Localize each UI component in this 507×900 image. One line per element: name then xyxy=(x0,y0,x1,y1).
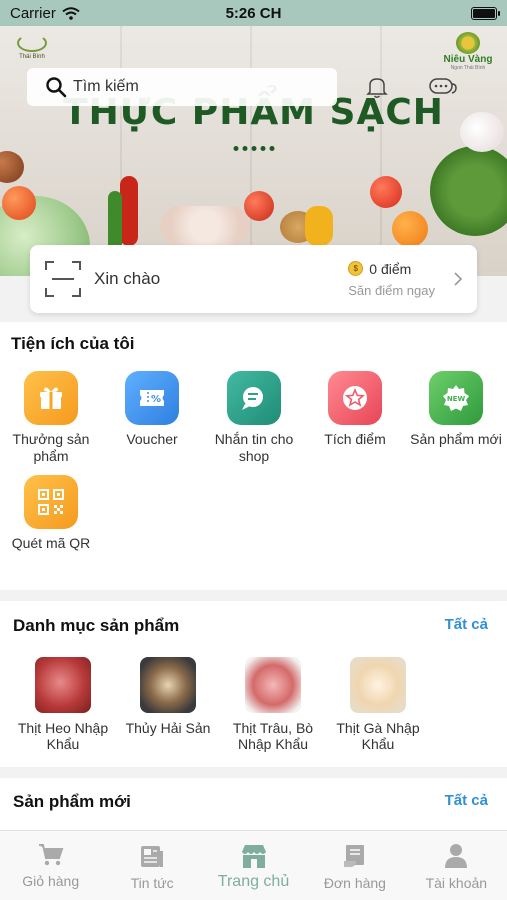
qr-code-icon xyxy=(38,489,64,515)
svg-text:NEW: NEW xyxy=(447,395,466,403)
orders-icon xyxy=(343,845,364,867)
pepper-image xyxy=(305,206,333,246)
tab-cart[interactable]: Giỏ hàng xyxy=(0,831,101,900)
brand-right-label: Niêu Vàng xyxy=(443,54,493,65)
search-placeholder: Tìm kiếm xyxy=(73,78,139,95)
pork-image xyxy=(35,657,91,713)
svg-text:%: % xyxy=(151,394,161,405)
notification-button[interactable] xyxy=(360,70,394,104)
tab-label: Tin tức xyxy=(130,875,174,891)
coin-icon: $ xyxy=(348,261,364,276)
utility-scan-qr[interactable]: Quét mã QR xyxy=(3,475,99,552)
category-item-seafood[interactable]: Thủy Hải Sản xyxy=(113,657,223,736)
tomato-image-2 xyxy=(244,191,274,221)
chili-image-2 xyxy=(108,191,122,251)
status-left: Carrier xyxy=(10,5,80,22)
cart-icon xyxy=(38,844,64,866)
status-bar: Carrier 5:26 CH xyxy=(0,0,507,26)
category-label: Thủy Hải Sản xyxy=(125,720,211,736)
scan-icon xyxy=(45,261,81,297)
utility-voucher[interactable]: % Voucher xyxy=(104,371,200,448)
utility-label: Thưởng sản phẩm xyxy=(12,431,90,464)
gift-icon xyxy=(40,387,62,409)
account-icon xyxy=(445,844,468,868)
seafood-image xyxy=(140,657,196,713)
greeting-text: Xin chào xyxy=(94,269,161,288)
news-icon xyxy=(141,846,164,867)
utility-label: Tích điểm xyxy=(324,431,386,447)
chili-image xyxy=(120,176,138,246)
tab-home[interactable]: Trang chủ xyxy=(203,831,304,900)
brand-left-label: Thái Bình xyxy=(19,54,45,60)
category-item-beef-buffalo[interactable]: Thịt Trâu, Bò Nhập Khẩu xyxy=(218,657,328,752)
new-products-title: Sản phẩm mới xyxy=(13,792,131,811)
garlic-image xyxy=(460,112,504,152)
voucher-icon: % xyxy=(140,390,164,406)
brand-logo-left: Thái Bình xyxy=(12,34,52,60)
battery-icon xyxy=(471,6,500,20)
beef-image xyxy=(245,657,301,713)
category-label: Thịt Heo Nhập Khẩu xyxy=(17,720,109,752)
categories-see-all-link[interactable]: Tất cả xyxy=(445,616,488,633)
banner-pagination-dots xyxy=(233,146,274,151)
category-item-chicken[interactable]: Thịt Gà Nhập Khẩu xyxy=(323,657,433,752)
utility-label: Quét mã QR xyxy=(11,535,91,551)
utilities-title: Tiện ích của tôi xyxy=(11,334,135,353)
chat-bubble-icon xyxy=(429,78,457,94)
bell-icon xyxy=(366,78,388,98)
points-value: 0 điểm xyxy=(369,260,412,277)
broccoli-image xyxy=(430,146,507,236)
search-icon xyxy=(46,77,67,98)
category-label: Thịt Gà Nhập Khẩu xyxy=(336,720,420,752)
messages-button[interactable] xyxy=(426,70,460,104)
categories-section: Danh mục sản phẩm Tất cả Thịt Heo Nhập K… xyxy=(0,601,507,767)
tomato-image-3 xyxy=(370,176,402,208)
bottom-tab-bar: Giỏ hàng Tin tức Trang chủ Đơn hàng Tài … xyxy=(0,830,507,900)
carrier-label: Carrier xyxy=(10,4,56,22)
beans-image xyxy=(160,206,250,246)
hero-banner[interactable]: Thái Bình Niêu Vàng Ngon Thái Bình THỰC … xyxy=(0,26,507,276)
earn-points-link[interactable]: Săn điểm ngay xyxy=(348,283,435,298)
new-products-section: Sản phẩm mới Tất cả xyxy=(0,778,507,838)
utility-new-products[interactable]: NEW Sản phẩm mới xyxy=(408,371,504,448)
new-badge-icon: NEW xyxy=(443,385,469,411)
utility-label: Voucher xyxy=(126,431,178,447)
category-item-pork[interactable]: Thịt Heo Nhập Khẩu xyxy=(8,657,118,752)
chevron-right-icon xyxy=(454,272,463,286)
status-time: 5:26 CH xyxy=(225,4,282,22)
utility-label: Nhắn tin cho shop xyxy=(214,431,294,464)
tomato-image xyxy=(2,186,36,220)
utility-chat-shop[interactable]: Nhắn tin cho shop xyxy=(206,371,302,465)
store-icon xyxy=(241,845,266,868)
categories-title: Danh mục sản phẩm xyxy=(13,616,180,635)
tomato-image-4 xyxy=(0,151,24,183)
tab-label: Đơn hàng xyxy=(323,875,386,891)
tab-label: Giỏ hàng xyxy=(22,873,80,889)
chat-icon xyxy=(242,387,263,410)
utility-earn-points[interactable]: Tích điểm xyxy=(307,371,403,448)
orange-image xyxy=(392,211,428,247)
points-summary[interactable]: $ 0 điểm Săn điểm ngay xyxy=(348,261,435,298)
utilities-section: Tiện ích của tôi Thưởng sản phẩm % Vouch… xyxy=(0,322,507,590)
utility-label: Sản phẩm mới xyxy=(410,431,502,447)
tab-news[interactable]: Tin tức xyxy=(101,831,202,900)
tab-label: Tài khoản xyxy=(425,875,488,891)
category-label: Thịt Trâu, Bò Nhập Khẩu xyxy=(232,720,314,752)
brand-logo-right: Niêu Vàng Ngon Thái Bình xyxy=(439,32,497,71)
chicken-image xyxy=(350,657,406,713)
search-input[interactable]: Tìm kiếm xyxy=(27,68,337,106)
wifi-icon xyxy=(62,6,80,20)
tab-account[interactable]: Tài khoản xyxy=(406,831,507,900)
utility-reward-products[interactable]: Thưởng sản phẩm xyxy=(3,371,99,465)
tab-orders[interactable]: Đơn hàng xyxy=(304,831,405,900)
tab-label: Trang chủ xyxy=(217,873,290,890)
star-icon xyxy=(343,386,367,410)
greeting-card[interactable]: Xin chào $ 0 điểm Săn điểm ngay xyxy=(30,245,477,313)
new-products-see-all-link[interactable]: Tất cả xyxy=(445,792,488,809)
